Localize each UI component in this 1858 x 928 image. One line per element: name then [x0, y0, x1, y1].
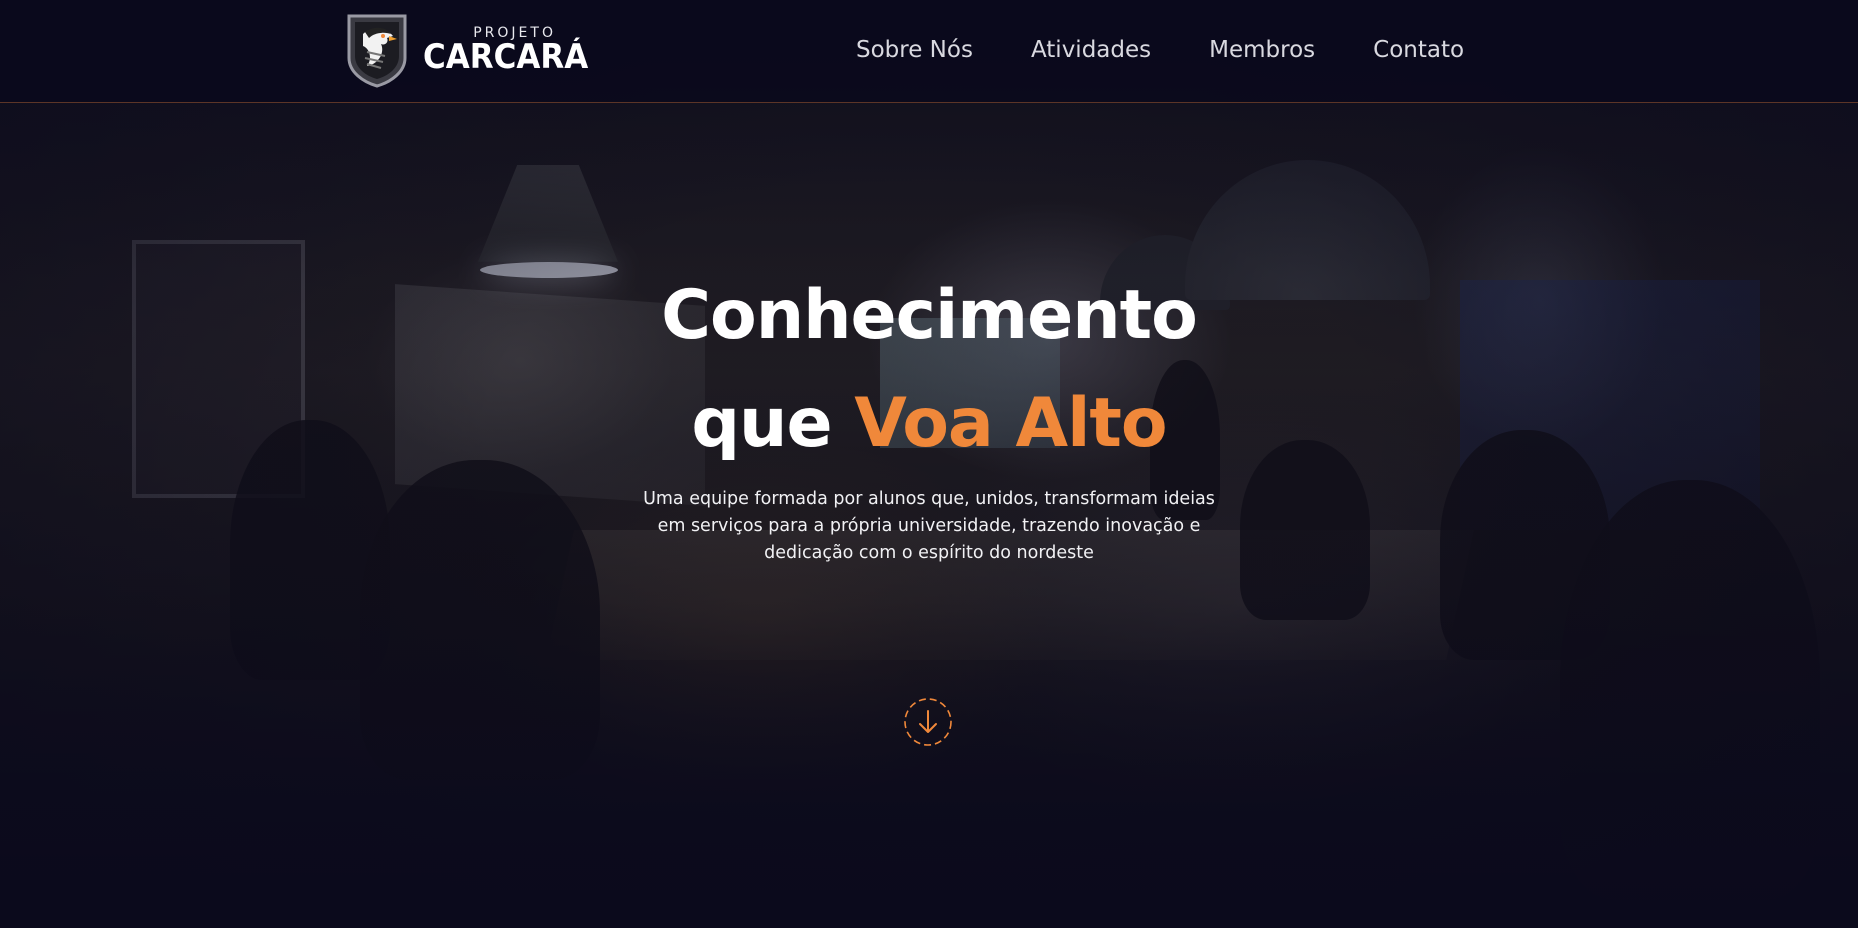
- main-nav: Sobre Nós Atividades Membros Contato: [856, 36, 1464, 64]
- carcara-shield-icon: [347, 14, 407, 88]
- hero-title-line1: Conhecimento: [661, 276, 1198, 355]
- arrow-down-circle-icon: [904, 698, 952, 746]
- nav-item-contato[interactable]: Contato: [1373, 36, 1464, 64]
- brand-wordmark: PROJETO CARCARÁ: [423, 26, 589, 77]
- nav-item-sobre-nos[interactable]: Sobre Nós: [856, 36, 973, 64]
- hero-title-accent: Voa Alto: [854, 384, 1167, 463]
- site-header: PROJETO CARCARÁ Sobre Nós Atividades Mem…: [0, 0, 1858, 103]
- hero-subtitle: Uma equipe formada por alunos que, unido…: [643, 489, 1215, 563]
- hero-section: Conhecimento que Voa Alto Uma equipe for…: [0, 0, 1858, 928]
- hero-title-line2-plain: que: [691, 384, 832, 463]
- scroll-down-button[interactable]: [903, 697, 953, 747]
- nav-item-atividades[interactable]: Atividades: [1031, 36, 1151, 64]
- brand-name: CARCARÁ: [423, 37, 589, 77]
- landing-page: PROJETO CARCARÁ Sobre Nós Atividades Mem…: [0, 0, 1858, 928]
- nav-item-membros[interactable]: Membros: [1209, 36, 1315, 64]
- brand-logo-link[interactable]: PROJETO CARCARÁ: [345, 12, 588, 88]
- hero-title: Conhecimento que Voa Alto: [0, 262, 1858, 478]
